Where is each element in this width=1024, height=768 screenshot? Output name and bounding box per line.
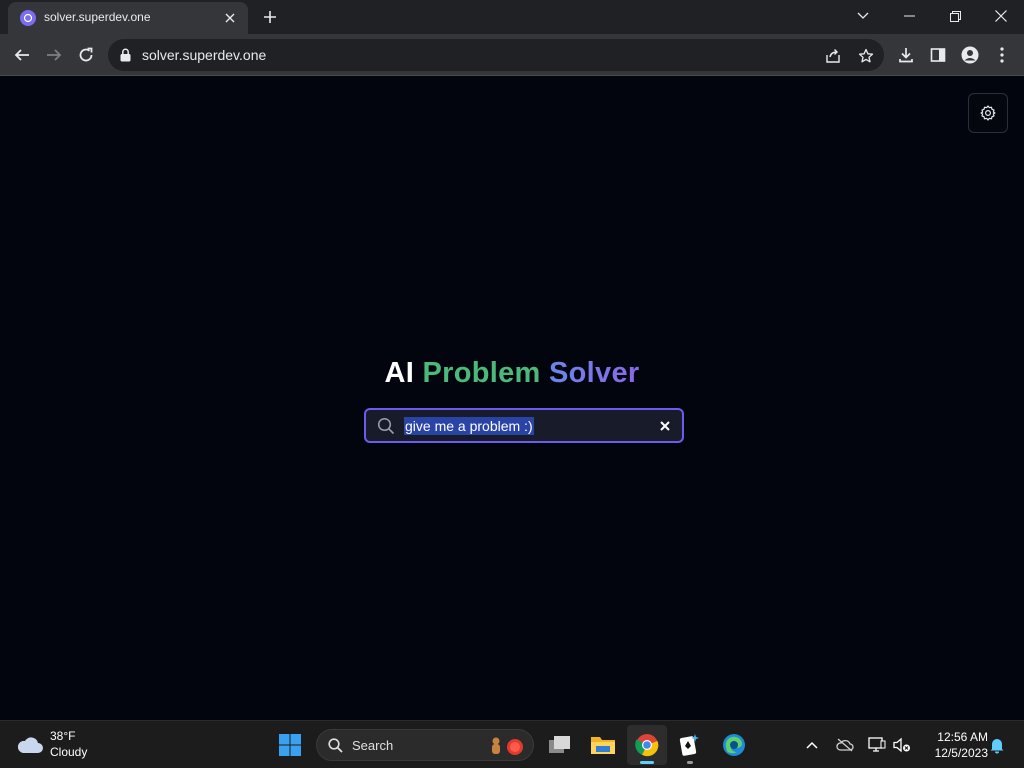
cloud-icon [17,737,43,753]
page-title: AI Problem Solver [0,357,1024,390]
bookmark-star-icon[interactable] [855,45,877,67]
volume-muted-icon[interactable] [890,733,914,757]
task-view-icon [549,736,570,753]
weather-temperature: 38°F [50,729,76,743]
download-icon[interactable] [892,41,920,69]
running-app-indicator [687,761,693,764]
solitaire-cards-icon [679,734,699,756]
browser-toolbar: solver.superdev.one [0,34,1024,76]
problem-search-box[interactable]: give me a problem :) [364,408,684,443]
page-viewport: AI Problem Solver give me a problem :) [0,77,1024,720]
profile-avatar-icon[interactable] [956,41,984,69]
settings-button[interactable] [968,93,1008,133]
lock-icon[interactable] [120,48,131,67]
edge-taskbar-button[interactable] [714,725,754,765]
show-hidden-icons-chevron-icon[interactable] [800,733,824,757]
task-view-button[interactable] [540,725,580,765]
site-favicon-icon [20,10,36,26]
weather-widget[interactable]: 38°F Cloudy [16,727,106,763]
reload-icon[interactable] [72,41,100,69]
active-app-indicator [640,761,654,764]
back-arrow-icon[interactable] [8,41,36,69]
taskbar-search-box[interactable]: Search [316,729,534,761]
close-window-button[interactable] [978,0,1024,32]
search-icon [328,738,343,753]
clock-date: 12/5/2023 [934,746,988,760]
restore-window-button[interactable] [932,0,978,32]
search-highlight-gingerbread-icon [492,737,523,755]
notification-bell-icon[interactable] [985,733,1009,757]
edge-icon [723,734,745,756]
network-icon[interactable] [865,733,889,757]
chrome-icon [635,734,659,757]
system-clock[interactable]: 12:56 AM 12/5/2023 [920,729,988,761]
start-button[interactable] [270,725,310,765]
side-panel-icon[interactable] [924,41,952,69]
address-bar-url: solver.superdev.one [142,47,267,63]
new-tab-button[interactable] [258,6,282,28]
menu-kebab-icon[interactable] [988,41,1016,69]
clock-time: 12:56 AM [937,730,988,744]
tab-search-chevron-icon[interactable] [840,0,886,32]
address-bar[interactable]: solver.superdev.one [108,39,884,71]
windows-logo-icon [279,734,301,756]
title-word-ai: AI [384,357,415,389]
folder-icon [591,737,615,754]
search-icon [377,417,395,440]
title-word-solver: Solver [549,357,640,389]
forward-arrow-icon[interactable] [40,41,68,69]
problem-search-input[interactable]: give me a problem :) [404,417,534,435]
share-icon[interactable] [822,45,844,67]
minimize-window-button[interactable] [886,0,932,32]
file-explorer-button[interactable] [583,725,623,765]
close-tab-icon[interactable] [220,8,240,28]
browser-tab[interactable]: solver.superdev.one [8,2,248,34]
title-word-problem: Problem [422,357,541,389]
tab-title: solver.superdev.one [44,10,151,24]
solitaire-taskbar-button[interactable] [670,725,710,765]
chrome-taskbar-button[interactable] [627,725,667,765]
browser-tab-strip: solver.superdev.one [0,0,1024,34]
gear-icon [980,105,996,121]
clear-search-icon[interactable] [658,419,672,433]
weather-description: Cloudy [50,745,88,759]
taskbar-search-label: Search [352,738,394,753]
onedrive-offline-icon[interactable] [833,733,857,757]
windows-taskbar: 38°F Cloudy Search 12:56 AM 12/5/2023 [0,720,1024,768]
